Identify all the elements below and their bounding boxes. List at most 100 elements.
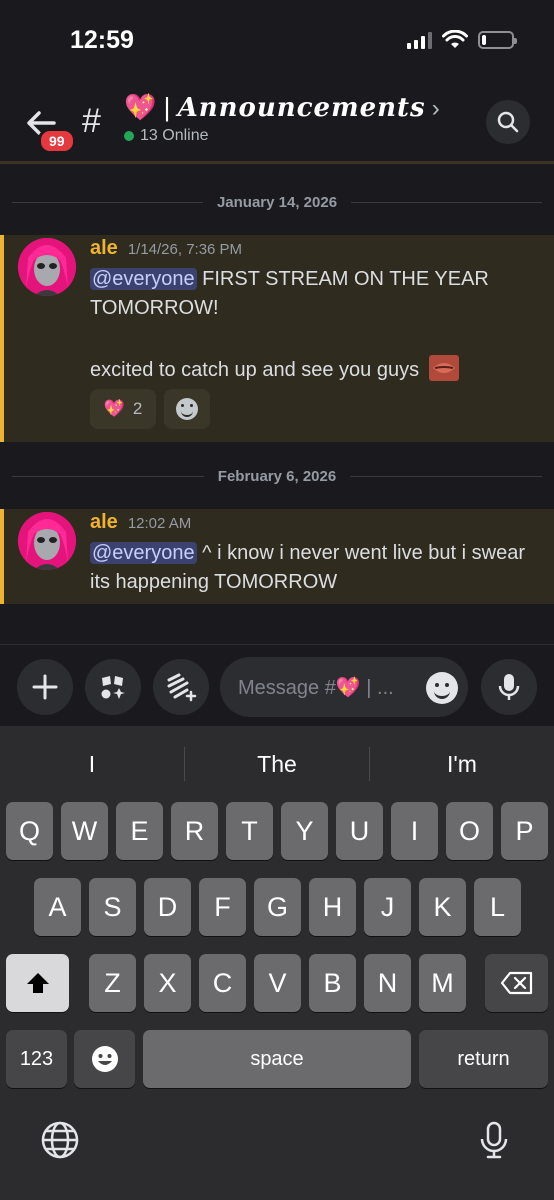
message-content: @everyone FIRST STREAM ON THE YEAR TOMOR… <box>90 265 540 323</box>
search-button[interactable] <box>486 100 530 144</box>
mention-everyone[interactable]: @everyone <box>90 268 197 290</box>
message-text-2: excited to catch up and see you guys <box>90 359 420 381</box>
avatar[interactable] <box>18 238 76 296</box>
shift-arrow-icon <box>26 973 49 993</box>
key-s[interactable]: S <box>89 878 136 936</box>
message-composer: Message #💖 | ... <box>0 644 554 726</box>
voice-message-button[interactable] <box>481 659 537 715</box>
apps-icon <box>101 676 125 699</box>
add-attachment-button[interactable] <box>17 659 73 715</box>
backspace-key[interactable] <box>485 954 548 1012</box>
online-count: 13 Online <box>124 127 209 145</box>
key-a[interactable]: A <box>34 878 81 936</box>
avatar-image <box>18 512 76 570</box>
add-reaction-button[interactable] <box>164 389 210 429</box>
numbers-key[interactable]: 123 <box>6 1030 67 1088</box>
lips-emoji-icon <box>428 355 459 381</box>
message-input[interactable]: Message #💖 | ... <box>220 657 468 717</box>
channel-separator: | <box>156 92 178 122</box>
keyboard: I The I'm QWERTYUIOP ASDFGHJKL ZXCVBNM 1… <box>0 726 554 1200</box>
mention-everyone[interactable]: @everyone <box>90 542 197 564</box>
key-r[interactable]: R <box>171 802 218 860</box>
status-time: 12:59 <box>70 26 134 54</box>
dictation-microphone-icon[interactable] <box>474 1120 514 1160</box>
key-o[interactable]: O <box>446 802 493 860</box>
suggestion-2[interactable]: The <box>185 744 369 784</box>
emoji-picker-icon[interactable] <box>426 672 458 704</box>
battery-icon <box>478 31 517 49</box>
key-l[interactable]: L <box>474 878 521 936</box>
sparkle-list-icon <box>167 673 197 702</box>
apps-button[interactable] <box>85 659 141 715</box>
key-x[interactable]: X <box>144 954 191 1012</box>
unread-badge: 99 <box>38 128 76 154</box>
smiley-icon <box>176 398 198 420</box>
sticker-button[interactable] <box>153 659 209 715</box>
backspace-icon <box>500 971 532 995</box>
key-h[interactable]: H <box>309 878 356 936</box>
key-p[interactable]: P <box>501 802 548 860</box>
wifi-icon <box>442 30 468 48</box>
date-divider: February 6, 2026 <box>12 466 542 486</box>
date-divider-text: February 6, 2026 <box>217 467 337 485</box>
key-d[interactable]: D <box>144 878 191 936</box>
avatar[interactable] <box>18 512 76 570</box>
hash-icon: # <box>82 102 101 140</box>
suggestion-3[interactable]: I'm <box>370 744 554 784</box>
signal-icon <box>407 31 432 49</box>
message-item[interactable]: ale 12:02 AM @everyone ^ i know i never … <box>0 509 554 604</box>
key-k[interactable]: K <box>419 878 466 936</box>
key-u[interactable]: U <box>336 802 383 860</box>
message-content: @everyone ^ i know i never went live but… <box>90 539 540 597</box>
microphone-icon <box>498 674 520 700</box>
status-icons <box>407 30 517 50</box>
key-z[interactable]: Z <box>89 954 136 1012</box>
suggestion-bar: I The I'm <box>0 744 554 784</box>
key-m[interactable]: M <box>419 954 466 1012</box>
emoji-icon <box>91 1046 118 1072</box>
message-input-placeholder: Message #💖 | ... <box>238 676 394 699</box>
message-timestamp: 12:02 AM <box>127 515 192 532</box>
search-icon <box>497 111 519 133</box>
reaction-emoji: 💖 <box>103 399 125 418</box>
emoji-key[interactable] <box>74 1030 135 1088</box>
key-e[interactable]: E <box>116 802 163 860</box>
key-t[interactable]: T <box>226 802 273 860</box>
key-y[interactable]: Y <box>281 802 328 860</box>
message-content-line2: excited to catch up and see you guys <box>90 355 540 385</box>
avatar-image <box>18 238 76 296</box>
key-v[interactable]: V <box>254 954 301 1012</box>
globe-icon[interactable] <box>40 1120 80 1160</box>
key-b[interactable]: B <box>309 954 356 1012</box>
message-timestamp: 1/14/26, 7:36 PM <box>127 241 243 258</box>
message-author[interactable]: ale <box>90 237 118 260</box>
channel-name: Announcements <box>177 93 426 123</box>
battery-level <box>482 35 486 45</box>
key-i[interactable]: I <box>391 802 438 860</box>
reaction-count: 2 <box>132 399 143 418</box>
chevron-right-icon: › <box>431 95 440 122</box>
key-g[interactable]: G <box>254 878 301 936</box>
online-text: 13 Online <box>140 127 209 144</box>
date-divider: January 14, 2026 <box>12 192 542 212</box>
key-w[interactable]: W <box>61 802 108 860</box>
key-j[interactable]: J <box>364 878 411 936</box>
shift-key[interactable] <box>6 954 69 1012</box>
key-q[interactable]: Q <box>6 802 53 860</box>
space-key[interactable]: space <box>143 1030 411 1088</box>
key-c[interactable]: C <box>199 954 246 1012</box>
message-list[interactable]: January 14, 2026 ale 1/14/26, 7:36 PM @e… <box>0 164 554 644</box>
message-item[interactable]: ale 1/14/26, 7:36 PM @everyone FIRST STR… <box>0 235 554 442</box>
key-f[interactable]: F <box>199 878 246 936</box>
date-divider-text: January 14, 2026 <box>216 193 338 211</box>
message-author[interactable]: ale <box>90 511 118 534</box>
return-key[interactable]: return <box>419 1030 548 1088</box>
channel-header: 99 # 💖 | Announcements › 13 Online <box>0 80 554 164</box>
key-n[interactable]: N <box>364 954 411 1012</box>
channel-title[interactable]: 💖 | Announcements › <box>124 92 440 123</box>
status-bar: 12:59 <box>0 0 554 80</box>
suggestion-1[interactable]: I <box>0 744 184 784</box>
reaction-chip[interactable]: 💖 2 <box>90 389 156 429</box>
channel-emoji: 💖 <box>124 92 157 122</box>
online-dot-icon <box>124 131 134 141</box>
